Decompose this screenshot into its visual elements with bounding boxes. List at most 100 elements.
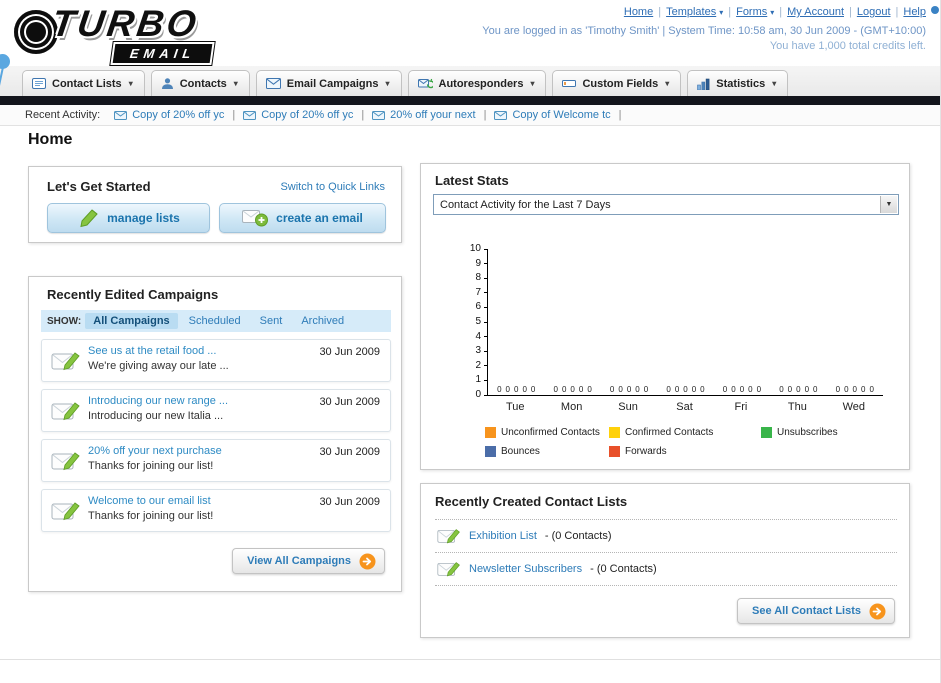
logo-subtitle: EMAIL	[110, 42, 216, 65]
x-axis-label: Sun	[618, 401, 638, 413]
stats-legend: Unconfirmed Contacts Confirmed Contacts Un…	[485, 427, 838, 457]
stats-period-value: Contact Activity for the Last 7 Days	[440, 198, 611, 211]
top-link-forms[interactable]: Forms ▾	[736, 6, 774, 18]
view-all-campaigns-button[interactable]: View All Campaigns	[232, 548, 385, 574]
campaign-card[interactable]: Introducing our new range ... Introducing…	[41, 389, 391, 432]
campaign-card[interactable]: 20% off your next purchase Thanks for joi…	[41, 439, 391, 482]
recent-activity-link[interactable]: Copy of 20% off yc	[261, 109, 353, 121]
corner-dot	[931, 6, 939, 14]
filter-all-campaigns[interactable]: All Campaigns	[85, 313, 178, 329]
campaigns-title: Recently Edited Campaigns	[47, 287, 219, 302]
y-axis-tick-label: 5	[475, 316, 481, 327]
header-right: Home | Templates ▾ | Forms ▾ | My Account | Logout…	[482, 6, 926, 52]
contact-list-row[interactable]: Newsletter Subscribers - (0 Contacts)	[435, 552, 897, 585]
switch-quick-links-link[interactable]: Switch to Quick Links	[280, 181, 385, 193]
contact-lists-panel: Recently Created Contact Lists Exhibitio…	[420, 483, 910, 638]
recent-activity-link[interactable]: Copy of Welcome tc	[512, 109, 610, 121]
top-link-home[interactable]: Home	[624, 6, 653, 18]
pencil-icon	[77, 208, 99, 228]
envelope-icon	[372, 110, 386, 120]
tab-contacts[interactable]: Contacts ▾	[150, 70, 250, 96]
recent-activity-item[interactable]: Copy of 20% off yc	[114, 109, 224, 121]
legend-item: Unconfirmed Contacts	[485, 427, 609, 438]
custom-fields-icon	[562, 78, 577, 89]
y-axis-tick	[484, 292, 488, 294]
recent-activity-item[interactable]: Copy of Welcome tc	[494, 109, 611, 121]
contact-list-detail: - (0 Contacts)	[544, 530, 612, 542]
list-edit-icon	[437, 526, 461, 546]
recent-activity-item[interactable]: 20% off your next	[372, 109, 476, 121]
campaign-card[interactable]: See us at the retail food ... We're givin…	[41, 339, 391, 382]
stats-chart-plot: 0 1 2 3 4 5 6 7 8 9 10 0 0 0 0 0 0 0 0 0 0 0 0 0 0 0 0 0 0 0 0 0 0 0 0 0 0 0 0…	[470, 244, 883, 400]
stats-period-select[interactable]: Contact Activity for the Last 7 Days ▼	[433, 194, 899, 215]
recent-activity-link[interactable]: Copy of 20% off yc	[132, 109, 224, 121]
legend-swatch	[485, 446, 496, 457]
filter-sent[interactable]: Sent	[252, 313, 291, 329]
separator: |	[232, 109, 236, 121]
contacts-icon	[161, 77, 174, 90]
chevron-down-icon: ▾	[770, 8, 775, 17]
top-link-logout[interactable]: Logout	[857, 6, 891, 18]
x-axis-label: Tue	[505, 401, 525, 413]
list-edit-icon	[437, 559, 461, 579]
envelope-icon	[494, 110, 508, 120]
y-axis-tick-label: 10	[469, 243, 481, 254]
campaign-filter-bar: SHOW: All Campaigns Scheduled Sent Archived	[41, 310, 391, 332]
y-axis-tick	[484, 379, 488, 381]
y-axis-tick	[484, 350, 488, 352]
see-all-contact-lists-button[interactable]: See All Contact Lists	[736, 598, 895, 624]
stats-chart-xlabels: Tue Mon Sun Sat Fri Thu Wed	[487, 401, 883, 415]
campaign-date: 30 Jun 2009	[319, 446, 380, 458]
statistics-icon	[697, 78, 710, 90]
top-nav-separator: |	[779, 6, 783, 18]
y-axis-tick	[484, 277, 488, 279]
campaign-date: 30 Jun 2009	[319, 396, 380, 408]
credits-info: You have 1,000 total credits left.	[769, 40, 926, 52]
y-axis-tick	[484, 263, 488, 265]
campaigns-panel: Recently Edited Campaigns SHOW: All Camp…	[28, 276, 402, 592]
tab-statistics[interactable]: Statistics ▾	[687, 70, 789, 96]
chevron-down-icon: ▾	[385, 79, 390, 88]
y-axis-tick-label: 1	[475, 374, 481, 386]
campaign-date: 30 Jun 2009	[319, 346, 380, 358]
page-title: Home	[28, 131, 73, 148]
tab-label: Contacts	[179, 77, 227, 90]
manage-lists-button[interactable]: manage lists	[47, 203, 210, 233]
legend-swatch	[761, 427, 772, 438]
contact-list-link[interactable]: Exhibition List	[469, 530, 537, 542]
campaign-subtitle: We're giving away our late ...	[88, 360, 229, 372]
tab-contact-lists[interactable]: Contact Lists ▾	[22, 70, 145, 96]
campaign-card[interactable]: Welcome to our email list Thanks for join…	[41, 489, 391, 532]
login-info: You are logged in as 'Timothy Smith' | S…	[482, 25, 926, 37]
top-nav: Home | Templates ▾ | Forms ▾ | My Account | Logout…	[482, 6, 926, 18]
recent-activity-items: Copy of 20% off yc | Copy of 20% off yc | 20…	[114, 109, 622, 121]
create-email-button[interactable]: create an email	[219, 203, 386, 233]
contact-list-row[interactable]: Exhibition List - (0 Contacts)	[435, 519, 897, 552]
filter-scheduled[interactable]: Scheduled	[181, 313, 249, 329]
top-link-my-account[interactable]: My Account	[787, 6, 844, 18]
series-value-labels: 00000	[609, 385, 649, 394]
top-link-templates[interactable]: Templates ▾	[666, 6, 723, 18]
recent-activity-link[interactable]: 20% off your next	[390, 109, 475, 121]
get-started-panel: Let's Get Started Switch to Quick Links …	[28, 166, 402, 243]
series-value-labels: 00000	[666, 385, 705, 394]
main-nav: Contact Lists ▾ Contacts ▾ Email Campaigns ▾ A…	[0, 66, 940, 96]
tab-custom-fields[interactable]: Custom Fields ▾	[552, 70, 682, 96]
contact-list-link[interactable]: Newsletter Subscribers	[469, 563, 582, 575]
see-all-contact-lists-label: See All Contact Lists	[751, 605, 861, 617]
y-axis-tick-label: 4	[475, 330, 481, 342]
y-axis-tick	[484, 365, 488, 367]
top-link-help[interactable]: Help	[903, 6, 926, 18]
y-axis-tick	[484, 248, 488, 250]
separator: |	[483, 109, 487, 121]
chevron-down-icon: ▼	[880, 196, 897, 213]
filter-archived[interactable]: Archived	[293, 313, 352, 329]
tab-email-campaigns[interactable]: Email Campaigns ▾	[255, 70, 402, 96]
tab-autoresponders[interactable]: Autoresponders ▾	[407, 70, 547, 96]
top-nav-separator: |	[728, 6, 732, 18]
contact-lists-title: Recently Created Contact Lists	[435, 494, 628, 509]
chevron-down-icon: ▾	[665, 79, 670, 88]
recent-activity-item[interactable]: Copy of 20% off yc	[243, 109, 353, 121]
y-axis-tick-label: 9	[475, 257, 481, 269]
chevron-down-icon: ▾	[719, 8, 724, 17]
